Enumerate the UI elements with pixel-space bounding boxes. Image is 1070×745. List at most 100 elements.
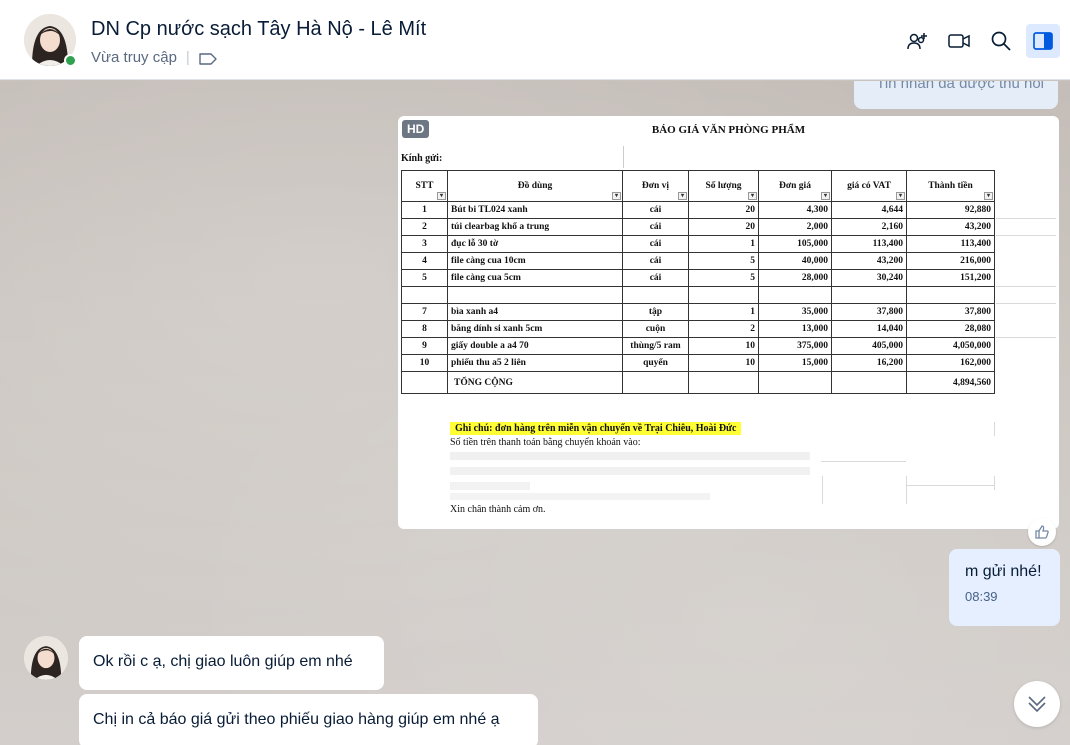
table-cell: 113,400: [831, 235, 907, 253]
table-row: 5 file càng cua 5cm cái 5 28,000 30,240 151,20…: [401, 269, 995, 287]
doc-addressee: Kính gửi:: [401, 153, 443, 164]
table-cell: [447, 286, 623, 304]
table-cell: bìa xanh a4: [447, 303, 623, 321]
table-cell: phiếu thu a5 2 liên: [447, 354, 623, 372]
header-actions: [900, 24, 1060, 58]
table-cell: 2,000: [758, 218, 832, 236]
table-cell: 37,800: [906, 303, 995, 321]
table-cell: 9: [401, 337, 448, 355]
table-cell: túi clearbag khổ a trung: [447, 218, 623, 236]
table-cell: 10: [688, 337, 759, 355]
table-header-cell: Số lượng ▾: [688, 170, 759, 202]
table-cell: 151,200: [906, 269, 995, 287]
table-header-cell: Đồ dùng ▾: [447, 170, 623, 202]
table-row: 7 bìa xanh a4 tập 1 35,000 37,800 37,800: [401, 303, 995, 321]
search-icon[interactable]: [984, 24, 1018, 58]
table-cell: 20: [688, 201, 759, 219]
table-cell: 1: [401, 201, 448, 219]
table-cell: [688, 371, 759, 394]
online-status-dot: [64, 54, 77, 67]
chat-header: DN Cp nước sạch Tây Hà Nộ - Lê Mít Vừa t…: [0, 0, 1070, 80]
image-message[interactable]: BÁO GIÁ VĂN PHÒNG PHẨM Kính gửi: STT ▾ Đồ …: [398, 116, 1059, 529]
table-cell: 5: [688, 269, 759, 287]
table-cell: tập: [622, 303, 689, 321]
doc-note: Ghi chú: đơn hàng trên miễn vận chuyển v…: [450, 422, 742, 435]
table-cell: 5: [401, 269, 448, 287]
table-cell: đục lỗ 30 tờ: [447, 235, 623, 253]
sender-avatar[interactable]: [24, 636, 68, 680]
table-cell: 375,000: [758, 337, 832, 355]
total-label: TỔNG CỘNG: [447, 371, 623, 394]
table-row: 10 phiếu thu a5 2 liên quyển 10 15,000 16,200…: [401, 354, 995, 372]
table-cell: 10: [688, 354, 759, 372]
table-row: 9 giấy double a a4 70 thùng/5 ram 10 375,000…: [401, 337, 995, 355]
table-cell: 216,000: [906, 252, 995, 270]
table-cell: Bút bi TL024 xanh: [447, 201, 623, 219]
table-cell: 4,644: [831, 201, 907, 219]
table-cell: [831, 286, 907, 304]
table-header-cell: giá có VAT ▾: [831, 170, 907, 202]
table-cell: 15,000: [758, 354, 832, 372]
table-header-cell: Thành tiền ▾: [906, 170, 995, 202]
video-call-icon[interactable]: [942, 24, 976, 58]
table-cell: quyển: [622, 354, 689, 372]
sent-message-bubble[interactable]: m gửi nhé! 08:39: [949, 549, 1060, 626]
table-cell: 92,880: [906, 201, 995, 219]
table-cell: thùng/5 ram: [622, 337, 689, 355]
table-cell: 10: [401, 354, 448, 372]
table-cell: cái: [622, 201, 689, 219]
table-cell: 405,000: [831, 337, 907, 355]
filter-dropdown-icon: ▾: [748, 192, 757, 200]
table-cell: 7: [401, 303, 448, 321]
last-seen-status: Vừa truy cập: [91, 49, 177, 66]
add-member-icon[interactable]: [900, 24, 934, 58]
doc-payment-line: Số tiền trên thanh toán bằng chuyển khoả…: [450, 437, 641, 448]
table-cell: 28,080: [906, 320, 995, 338]
table-cell: giấy double a a4 70: [447, 337, 623, 355]
quotation-table: STT ▾ Đồ dùng ▾ Đơn vị ▾ Số lượng ▾ Đơn giá ▾ giá …: [401, 170, 995, 394]
table-cell: [401, 371, 448, 394]
received-message-bubble[interactable]: Ok rồi c ạ, chị giao luôn giúp em nhé: [79, 636, 384, 690]
table-cell: 4: [401, 252, 448, 270]
filter-dropdown-icon: ▾: [437, 192, 446, 200]
table-total-row: TỔNG CỘNG 4,894,560: [401, 371, 995, 394]
table-header-cell: STT ▾: [401, 170, 448, 202]
table-row: 1 Bút bi TL024 xanh cái 20 4,300 4,644 92,880: [401, 201, 995, 219]
filter-dropdown-icon: ▾: [896, 192, 905, 200]
table-row: 8 băng dính si xanh 5cm cuộn 2 13,000 14,040 2…: [401, 320, 995, 338]
table-cell: 37,800: [831, 303, 907, 321]
table-cell: file càng cua 5cm: [447, 269, 623, 287]
sent-message-text: m gửi nhé!: [965, 563, 1042, 580]
table-cell: [401, 286, 448, 304]
table-cell: cái: [622, 252, 689, 270]
received-message-bubble[interactable]: Chị in cả báo giá gửi theo phiếu giao hà…: [79, 694, 538, 745]
table-cell: [622, 286, 689, 304]
like-icon[interactable]: [1028, 518, 1056, 546]
filter-dropdown-icon: ▾: [612, 192, 621, 200]
separator: |: [185, 49, 190, 66]
sidebar-toggle-icon[interactable]: [1026, 24, 1060, 58]
table-cell: 113,400: [906, 235, 995, 253]
table-header-cell: Đơn giá ▾: [758, 170, 832, 202]
table-cell: 14,040: [831, 320, 907, 338]
table-cell: 1: [688, 303, 759, 321]
table-cell: 35,000: [758, 303, 832, 321]
table-cell: 2: [401, 218, 448, 236]
table-cell: cuộn: [622, 320, 689, 338]
table-cell: 16,200: [831, 354, 907, 372]
conversation-title[interactable]: DN Cp nước sạch Tây Hà Nộ - Lê Mít: [91, 18, 426, 41]
table-cell: 162,000: [906, 354, 995, 372]
filter-dropdown-icon: ▾: [821, 192, 830, 200]
filter-dropdown-icon: ▾: [984, 192, 993, 200]
message-list[interactable]: Tin nhắn đã được thu hồi BÁO GIÁ VĂN PHÒ…: [0, 81, 1070, 745]
scroll-to-bottom-button[interactable]: [1014, 681, 1060, 727]
double-chevron-down-icon: [1028, 696, 1046, 713]
table-cell: cái: [622, 269, 689, 287]
table-cell: 4,300: [758, 201, 832, 219]
table-cell: 1: [688, 235, 759, 253]
table-cell: file càng cua 10cm: [447, 252, 623, 270]
table-cell: 8: [401, 320, 448, 338]
tag-icon[interactable]: [199, 52, 217, 65]
table-row: 3 đục lỗ 30 tờ cái 1 105,000 113,400 113,400: [401, 235, 995, 253]
doc-title: BÁO GIÁ VĂN PHÒNG PHẨM: [651, 124, 806, 136]
